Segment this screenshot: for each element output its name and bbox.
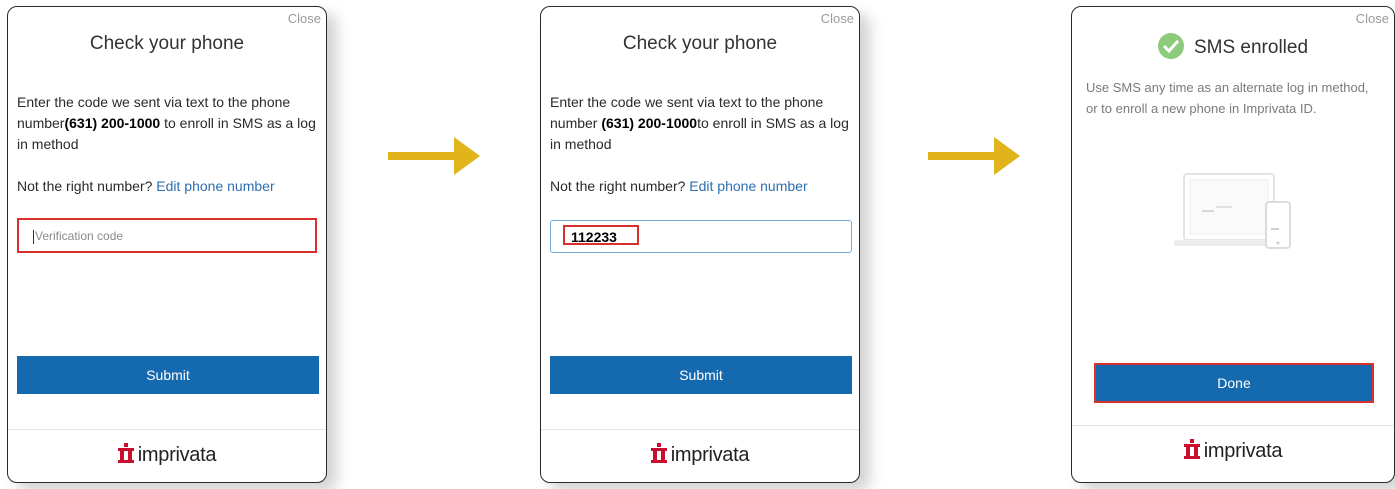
imprivata-logo-text: imprivata — [137, 444, 217, 466]
imprivata-logo: imprivata — [541, 443, 859, 469]
verification-code-value: 112233 — [563, 225, 639, 245]
dialog-title: SMS enrolled — [1072, 33, 1394, 59]
instructions-text: Enter the code we sent via text to the p… — [17, 92, 317, 155]
instructions-text: Enter the code we sent via text to the p… — [550, 92, 850, 155]
not-right-number: Not the right number? Edit phone number — [17, 178, 275, 194]
enrolled-message: Use SMS any time as an alternate log in … — [1086, 80, 1369, 116]
verification-code-input[interactable]: 112233 — [550, 220, 852, 253]
not-right-label: Not the right number? — [550, 178, 686, 194]
imprivata-logo-icon — [650, 443, 667, 469]
step1-dialog: Close Check your phone Enter the code we… — [7, 6, 327, 483]
close-button[interactable]: Close — [1356, 11, 1389, 26]
close-button[interactable]: Close — [821, 11, 854, 26]
footer-divider — [541, 429, 859, 430]
imprivata-logo: imprivata — [8, 443, 326, 469]
arrow-right-icon — [388, 137, 480, 175]
imprivata-logo-text: imprivata — [1203, 440, 1283, 462]
footer-divider — [1072, 425, 1394, 426]
text-caret — [33, 229, 34, 244]
imprivata-logo: imprivata — [1072, 439, 1394, 465]
not-right-number: Not the right number? Edit phone number — [550, 178, 808, 194]
submit-button[interactable]: Submit — [17, 356, 319, 394]
edit-phone-link[interactable]: Edit phone number — [156, 178, 274, 194]
imprivata-logo-icon — [117, 443, 134, 469]
step3-dialog: Close SMS enrolled Use SMS any time as a… — [1071, 6, 1395, 483]
phone-number: (631) 200-1000 — [64, 115, 161, 131]
done-button[interactable]: Done — [1094, 363, 1374, 403]
footer-divider — [8, 429, 326, 430]
dialog-title: Check your phone — [89, 33, 245, 54]
step2-dialog: Close Check your phone Enter the code we… — [540, 6, 860, 483]
not-right-label: Not the right number? — [17, 178, 153, 194]
enrolled-title: SMS enrolled — [1193, 37, 1309, 58]
submit-button[interactable]: Submit — [550, 356, 852, 394]
edit-phone-link[interactable]: Edit phone number — [689, 178, 807, 194]
arrow-right-icon — [928, 137, 1020, 175]
close-button[interactable]: Close — [288, 11, 321, 26]
dialog-title: Check your phone — [622, 33, 778, 54]
checkmark-icon — [1157, 33, 1184, 59]
devices-illustration-icon — [1174, 173, 1291, 249]
verification-code-placeholder: Verification code — [35, 229, 124, 243]
verification-code-input[interactable]: Verification code — [17, 218, 317, 253]
imprivata-logo-icon — [1183, 439, 1200, 465]
phone-number: (631) 200-1000 — [601, 115, 698, 131]
imprivata-logo-text: imprivata — [670, 444, 750, 466]
